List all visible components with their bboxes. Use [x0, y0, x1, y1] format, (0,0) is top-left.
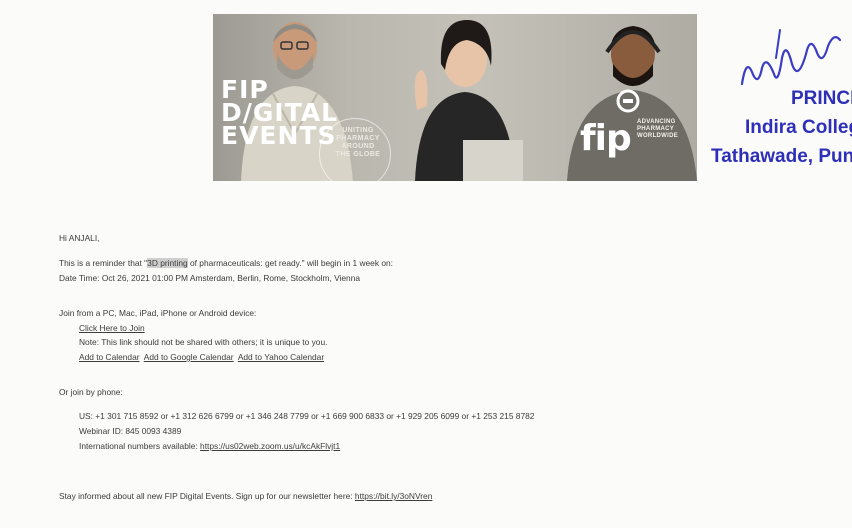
- webinar-id: Webinar ID: 845 0093 4389: [79, 426, 182, 436]
- fip-logo-subtitle: ADVANCING PHARMACY WORLDWIDE: [637, 119, 697, 140]
- stamp-institution: Indira College of: [745, 117, 852, 138]
- tagline-line: UNITING: [342, 127, 374, 134]
- phone-numbers: US: +1 301 715 8592 or +1 312 626 6799 o…: [79, 411, 535, 421]
- newsletter-line: Stay informed about all new FIP Digital …: [59, 491, 432, 501]
- tagline-line: PHARMACY: [336, 135, 380, 142]
- logo-sub-line: PHARMACY: [637, 126, 675, 132]
- banner-title: FIP D/GITAL EVENTS: [221, 77, 338, 148]
- add-to-yahoo-calendar-link[interactable]: Add to Yahoo Calendar: [238, 352, 324, 362]
- fip-logo-text: fip: [580, 118, 632, 159]
- stamp-location: Tathawade, Pune: [711, 146, 852, 167]
- intl-label: International numbers available:: [79, 441, 201, 451]
- highlighted-topic: 3D printing: [147, 258, 188, 268]
- reminder-suffix: of pharmaceuticals: get ready." will beg…: [187, 258, 393, 268]
- event-datetime: Date Time: Oct 26, 2021 01:00 PM Amsterd…: [59, 273, 361, 283]
- newsletter-text: Stay informed about all new FIP Digital …: [59, 491, 355, 501]
- fip-logo-icon: [616, 89, 640, 113]
- join-link[interactable]: Click Here to Join: [79, 323, 145, 333]
- reminder-prefix: This is a reminder that ": [59, 258, 148, 268]
- tagline-line: THE GLOBE: [335, 151, 381, 158]
- add-to-calendar-link[interactable]: Add to Calendar: [79, 352, 140, 362]
- intl-numbers-link[interactable]: https://us02web.zoom.us/u/kcAkFlvjt1: [200, 441, 340, 451]
- logo-sub-line: WORLDWIDE: [637, 133, 679, 139]
- international-numbers: International numbers available: https:/…: [79, 441, 340, 451]
- principal-stamp: PRINCIPA Indira College of Tathawade, Pu…: [700, 0, 852, 200]
- tagline-line: AROUND: [341, 143, 375, 150]
- handwritten-signature: [740, 29, 842, 86]
- phone-intro: Or join by phone:: [59, 387, 123, 397]
- reminder-line: This is a reminder that "3D printing of …: [59, 258, 393, 268]
- join-intro: Join from a PC, Mac, iPad, iPhone or And…: [59, 308, 257, 318]
- logo-sub-line: ADVANCING: [637, 119, 676, 125]
- stamp-title: PRINCIPA: [791, 88, 852, 109]
- add-to-google-calendar-link[interactable]: Add to Google Calendar: [144, 352, 234, 362]
- banner-tagline: UNITING PHARMACY AROUND THE GLOBE: [325, 127, 391, 159]
- join-note: Note: This link should not be shared wit…: [79, 337, 328, 347]
- newsletter-link[interactable]: https://bit.ly/3oNVren: [355, 491, 432, 501]
- calendar-links: Add to Calendar Add to Google Calendar A…: [79, 352, 324, 362]
- person-middle-image: [414, 20, 523, 181]
- email-greeting: Hi ANJALI,: [59, 233, 100, 243]
- event-banner: FIP D/GITAL EVENTS UNITING PHARMACY AROU…: [213, 14, 697, 181]
